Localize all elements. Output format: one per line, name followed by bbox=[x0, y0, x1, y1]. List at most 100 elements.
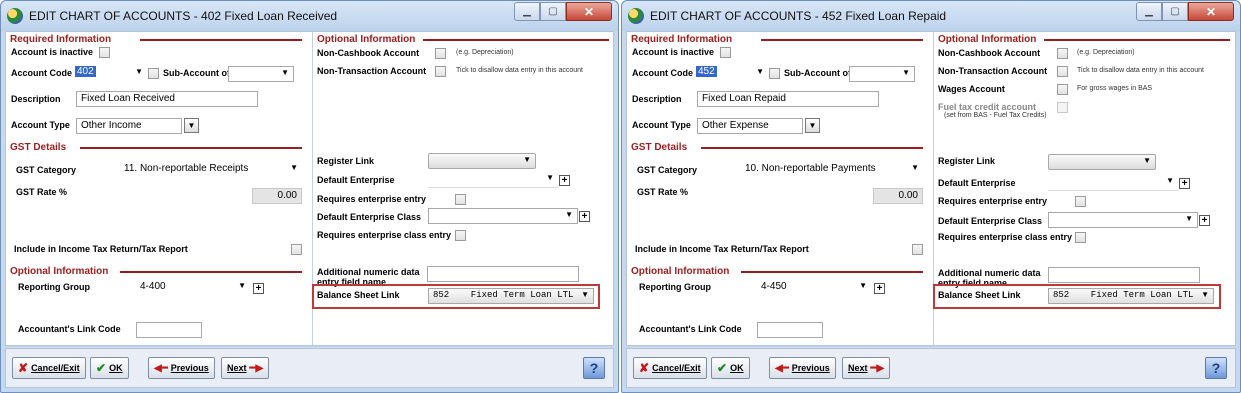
dropdown-arrow-icon[interactable]: ▼ bbox=[290, 163, 298, 172]
maximize-button[interactable]: ▢ bbox=[1162, 2, 1188, 21]
account-inactive-checkbox[interactable] bbox=[720, 47, 731, 58]
description-input[interactable]: Fixed Loan Repaid bbox=[697, 91, 879, 107]
next-button[interactable]: Next ━▶ bbox=[842, 357, 891, 379]
sub-account-combo[interactable]: ▼ bbox=[228, 66, 294, 82]
account-type-select[interactable]: Other Expense bbox=[697, 118, 803, 134]
ok-button[interactable]: ✔ OK bbox=[711, 357, 750, 379]
requires-enterprise-checkbox[interactable] bbox=[455, 194, 466, 205]
account-code-combo[interactable]: 452 ▼ bbox=[696, 66, 768, 82]
gst-category-combo[interactable]: 11. Non-reportable Receipts ▼ bbox=[120, 162, 302, 178]
dropdown-arrow-icon[interactable]: ▼ bbox=[1143, 156, 1151, 165]
default-enterprise-class-combo[interactable]: ▼ bbox=[1048, 212, 1198, 228]
plus-icon[interactable]: + bbox=[874, 283, 885, 294]
dropdown-arrow-icon[interactable]: ▼ bbox=[184, 118, 199, 133]
reporting-group-combo[interactable]: 4-450 ▼ bbox=[757, 280, 871, 296]
description-input[interactable]: Fixed Loan Received bbox=[76, 91, 258, 107]
dropdown-arrow-icon[interactable]: ▼ bbox=[281, 68, 289, 77]
minimize-button[interactable]: ▁ bbox=[514, 2, 540, 21]
register-link-combo[interactable]: ▼ bbox=[428, 153, 536, 169]
dropdown-arrow-icon[interactable]: ▼ bbox=[756, 67, 764, 76]
accountant-link-input[interactable] bbox=[757, 322, 823, 338]
additional-numeric-input[interactable] bbox=[427, 266, 579, 282]
requires-enterprise-checkbox[interactable] bbox=[1075, 196, 1086, 207]
gst-rate-input[interactable]: 0.00 bbox=[873, 188, 923, 204]
window-title: EDIT CHART OF ACCOUNTS - 402 Fixed Loan … bbox=[29, 9, 338, 23]
window-title: EDIT CHART OF ACCOUNTS - 452 Fixed Loan … bbox=[650, 9, 947, 23]
sub-account-checkbox[interactable] bbox=[769, 68, 780, 79]
account-inactive-checkbox[interactable] bbox=[99, 47, 110, 58]
accountant-link-input[interactable] bbox=[136, 322, 202, 338]
form-area: Required Information Account is inactive… bbox=[5, 31, 614, 346]
previous-button[interactable]: ◀━ Previous bbox=[769, 357, 836, 379]
gst-rate-input[interactable]: 0.00 bbox=[252, 188, 302, 204]
maximize-icon: ▢ bbox=[1170, 6, 1180, 17]
register-link-combo[interactable]: ▼ bbox=[1048, 154, 1156, 170]
previous-button[interactable]: ◀━ Previous bbox=[148, 357, 215, 379]
sub-account-checkbox[interactable] bbox=[148, 68, 159, 79]
requires-enterprise-class-checkbox[interactable] bbox=[1075, 232, 1086, 243]
fuel-tax-checkbox[interactable] bbox=[1057, 102, 1068, 113]
sub-account-combo[interactable]: ▼ bbox=[849, 66, 915, 82]
close-button[interactable]: ✕ bbox=[566, 2, 612, 21]
include-tax-checkbox[interactable] bbox=[291, 244, 302, 255]
dropdown-arrow-icon[interactable]: ▼ bbox=[1201, 290, 1209, 299]
gst-category-combo[interactable]: 10. Non-reportable Payments ▼ bbox=[741, 162, 923, 178]
non-cashbook-checkbox[interactable] bbox=[435, 48, 446, 59]
ok-button[interactable]: ✔ OK bbox=[90, 357, 129, 379]
balance-sheet-link-value: 852 Fixed Term Loan LTL bbox=[1053, 290, 1194, 300]
plus-icon[interactable]: + bbox=[559, 175, 570, 186]
dropdown-arrow-icon[interactable]: ▼ bbox=[238, 281, 246, 290]
dropdown-arrow-icon[interactable]: ▼ bbox=[523, 155, 531, 164]
minimize-button[interactable]: ▁ bbox=[1136, 2, 1162, 21]
edit-account-window-402: EDIT CHART OF ACCOUNTS - 402 Fixed Loan … bbox=[0, 0, 619, 393]
dropdown-arrow-icon[interactable]: ▼ bbox=[135, 67, 143, 76]
maximize-button[interactable]: ▢ bbox=[540, 2, 566, 21]
account-code-label: Account Code bbox=[632, 68, 694, 78]
title-bar[interactable]: EDIT CHART OF ACCOUNTS - 402 Fixed Loan … bbox=[1, 1, 618, 31]
dropdown-arrow-icon[interactable]: ▼ bbox=[581, 290, 589, 299]
account-type-select[interactable]: Other Income bbox=[76, 118, 182, 134]
dropdown-arrow-icon[interactable]: ▼ bbox=[859, 281, 867, 290]
default-enterprise-combo[interactable]: ▼ bbox=[428, 172, 558, 188]
close-icon: ✕ bbox=[1205, 4, 1217, 19]
balance-sheet-link-combo[interactable]: 852 Fixed Term Loan LTL ▼ bbox=[1048, 288, 1214, 304]
cancel-button[interactable]: ✘ Cancel/Exit bbox=[12, 357, 86, 379]
sub-account-label: Sub-Account of bbox=[163, 68, 230, 78]
dropdown-arrow-icon[interactable]: ▼ bbox=[1166, 176, 1174, 185]
dropdown-arrow-icon[interactable]: ▼ bbox=[565, 210, 573, 219]
gst-rate-label: GST Rate % bbox=[637, 187, 689, 197]
dropdown-arrow-icon[interactable]: ▼ bbox=[546, 173, 554, 182]
reporting-group-combo[interactable]: 4-400 ▼ bbox=[136, 280, 250, 296]
account-type-value: Other Expense bbox=[702, 120, 769, 131]
plus-icon[interactable]: + bbox=[1199, 215, 1210, 226]
wages-account-checkbox[interactable] bbox=[1057, 84, 1068, 95]
balance-sheet-link-combo[interactable]: 852 Fixed Term Loan LTL ▼ bbox=[428, 288, 594, 304]
dropdown-arrow-icon[interactable]: ▼ bbox=[911, 163, 919, 172]
non-cashbook-label: Non-Cashbook Account bbox=[317, 48, 420, 58]
plus-icon[interactable]: + bbox=[253, 283, 264, 294]
account-code-combo[interactable]: 402 ▼ bbox=[75, 66, 147, 82]
next-button[interactable]: Next ━▶ bbox=[221, 357, 270, 379]
plus-icon[interactable]: + bbox=[579, 211, 590, 222]
non-transaction-checkbox[interactable] bbox=[1057, 66, 1068, 77]
accountant-link-label: Accountant's Link Code bbox=[18, 324, 121, 334]
additional-numeric-input[interactable] bbox=[1048, 267, 1200, 283]
plus-icon[interactable]: + bbox=[1179, 178, 1190, 189]
non-transaction-label: Non-Transaction Account bbox=[317, 66, 427, 76]
help-icon[interactable]: ? bbox=[1205, 357, 1227, 379]
default-enterprise-class-combo[interactable]: ▼ bbox=[428, 208, 578, 224]
non-transaction-checkbox[interactable] bbox=[435, 66, 446, 77]
button-bar: ✘ Cancel/Exit ✔ OK ◀━ Previous Next ━▶ ? bbox=[5, 348, 614, 388]
include-tax-checkbox[interactable] bbox=[912, 244, 923, 255]
form-area: Required Information Account is inactive… bbox=[626, 31, 1236, 346]
dropdown-arrow-icon[interactable]: ▼ bbox=[805, 118, 820, 133]
non-cashbook-checkbox[interactable] bbox=[1057, 48, 1068, 59]
dropdown-arrow-icon[interactable]: ▼ bbox=[1185, 214, 1193, 223]
help-icon[interactable]: ? bbox=[583, 357, 605, 379]
requires-enterprise-class-checkbox[interactable] bbox=[455, 230, 466, 241]
dropdown-arrow-icon[interactable]: ▼ bbox=[902, 68, 910, 77]
close-button[interactable]: ✕ bbox=[1188, 2, 1234, 21]
default-enterprise-combo[interactable]: ▼ bbox=[1048, 175, 1178, 191]
cancel-button[interactable]: ✘ Cancel/Exit bbox=[633, 357, 707, 379]
title-bar[interactable]: EDIT CHART OF ACCOUNTS - 452 Fixed Loan … bbox=[622, 1, 1240, 31]
